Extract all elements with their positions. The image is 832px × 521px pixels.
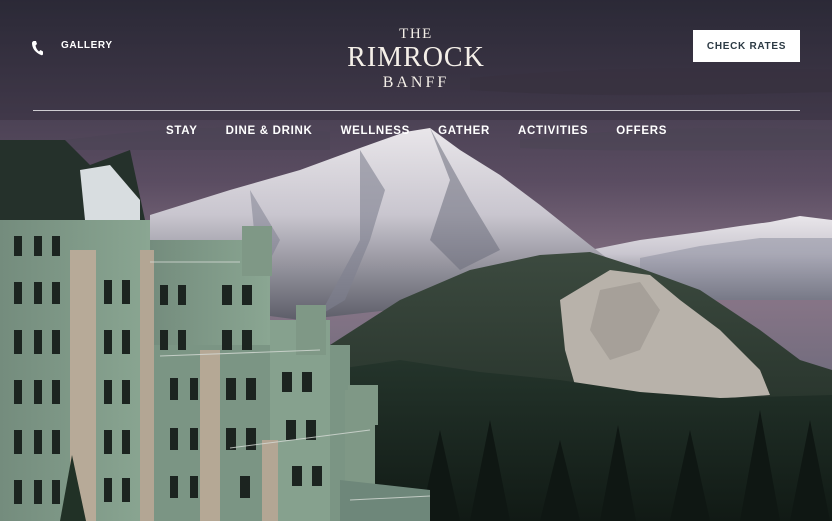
logo[interactable]: THE RIMROCK BANFF (336, 26, 496, 93)
main-nav: STAY DINE & DRINK WELLNESS GATHER ACTIVI… (152, 125, 681, 137)
nav-item-activities[interactable]: ACTIVITIES (504, 125, 602, 137)
phone-icon[interactable] (31, 40, 45, 56)
nav-item-dine-drink[interactable]: DINE & DRINK (212, 125, 327, 137)
logo-line-rimrock: RIMROCK (347, 42, 485, 73)
nav-item-wellness[interactable]: WELLNESS (327, 125, 425, 137)
nav-item-stay[interactable]: STAY (152, 125, 212, 137)
check-rates-button[interactable]: CHECK RATES (693, 30, 800, 62)
nav-item-gather[interactable]: GATHER (424, 125, 504, 137)
nav-item-offers[interactable]: OFFERS (602, 125, 681, 137)
logo-line-the: THE (399, 26, 433, 42)
gallery-link[interactable]: GALLERY (61, 40, 113, 51)
logo-line-banff: BANFF (382, 74, 450, 91)
header-divider (33, 110, 800, 111)
header: GALLERY THE RIMROCK BANFF CHECK RATES ST… (0, 0, 832, 150)
